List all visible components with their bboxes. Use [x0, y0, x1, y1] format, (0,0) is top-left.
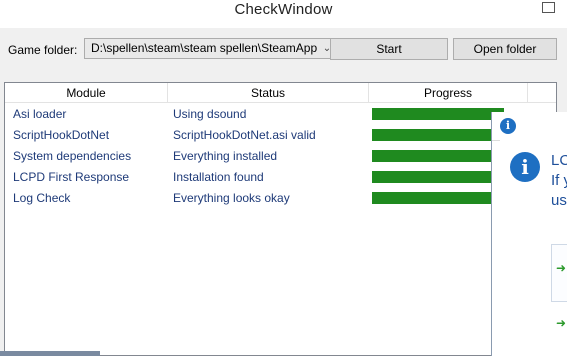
- table-row[interactable]: Log Check Everything looks okay: [5, 188, 556, 209]
- dialog-text-line: LC: [551, 152, 567, 169]
- table-row[interactable]: Asi loader Using dsound: [5, 104, 556, 125]
- status-cell: Everything installed: [173, 149, 278, 163]
- column-header-module[interactable]: Module: [5, 83, 168, 103]
- info-icon: i: [500, 118, 516, 134]
- list-header: Module Status Progress: [5, 83, 556, 103]
- progress-bar: [372, 150, 504, 162]
- dialog-option-button[interactable]: ➜: [551, 244, 567, 302]
- module-list[interactable]: Module Status Progress Asi loader Using …: [4, 82, 557, 356]
- window-client: Game folder: D:\spellen\steam\steam spel…: [0, 28, 567, 356]
- game-folder-combobox[interactable]: D:\spellen\steam\steam spellen\SteamApp …: [84, 38, 338, 59]
- table-row[interactable]: LCPD First Response Installation found: [5, 167, 556, 188]
- info-dialog[interactable]: i i LC If y us ➜ ➜: [491, 112, 567, 356]
- status-cell: Everything looks okay: [173, 191, 290, 205]
- game-folder-value: D:\spellen\steam\steam spellen\SteamApp: [91, 41, 318, 55]
- maximize-button[interactable]: [542, 2, 555, 13]
- window-title: CheckWindow: [234, 1, 333, 18]
- column-header-progress[interactable]: Progress: [369, 83, 528, 103]
- table-row[interactable]: ScriptHookDotNet ScriptHookDotNet.asi va…: [5, 125, 556, 146]
- start-button[interactable]: Start: [330, 38, 448, 60]
- column-header-status[interactable]: Status: [168, 83, 369, 103]
- progress-bar: [372, 108, 504, 120]
- arrow-right-icon: ➜: [556, 261, 567, 275]
- progress-bar: [372, 171, 504, 183]
- dialog-body: i LC If y us ➜ ➜: [500, 140, 567, 356]
- module-cell: ScriptHookDotNet: [13, 128, 110, 142]
- open-folder-button[interactable]: Open folder: [453, 38, 557, 60]
- column-header-filler: [528, 83, 556, 103]
- info-icon: i: [510, 152, 540, 182]
- module-cell: LCPD First Response: [13, 170, 130, 184]
- status-cell: ScriptHookDotNet.asi valid: [173, 128, 316, 142]
- progress-bar: [372, 129, 504, 141]
- arrow-right-icon[interactable]: ➜: [556, 316, 566, 330]
- dialog-title-bar: i: [492, 112, 567, 141]
- title-bar: CheckWindow: [0, 0, 567, 28]
- dialog-text-line: If y: [551, 172, 567, 189]
- status-cell: Using dsound: [173, 107, 247, 121]
- progress-bar: [372, 192, 504, 204]
- dialog-text-line: us: [551, 192, 567, 209]
- table-row[interactable]: System dependencies Everything installed: [5, 146, 556, 167]
- game-folder-label: Game folder:: [8, 43, 78, 57]
- module-cell: System dependencies: [13, 149, 132, 163]
- module-cell: Log Check: [13, 191, 71, 205]
- status-cell: Installation found: [173, 170, 264, 184]
- module-cell: Asi loader: [13, 107, 67, 121]
- taskbar-strip: [0, 351, 100, 356]
